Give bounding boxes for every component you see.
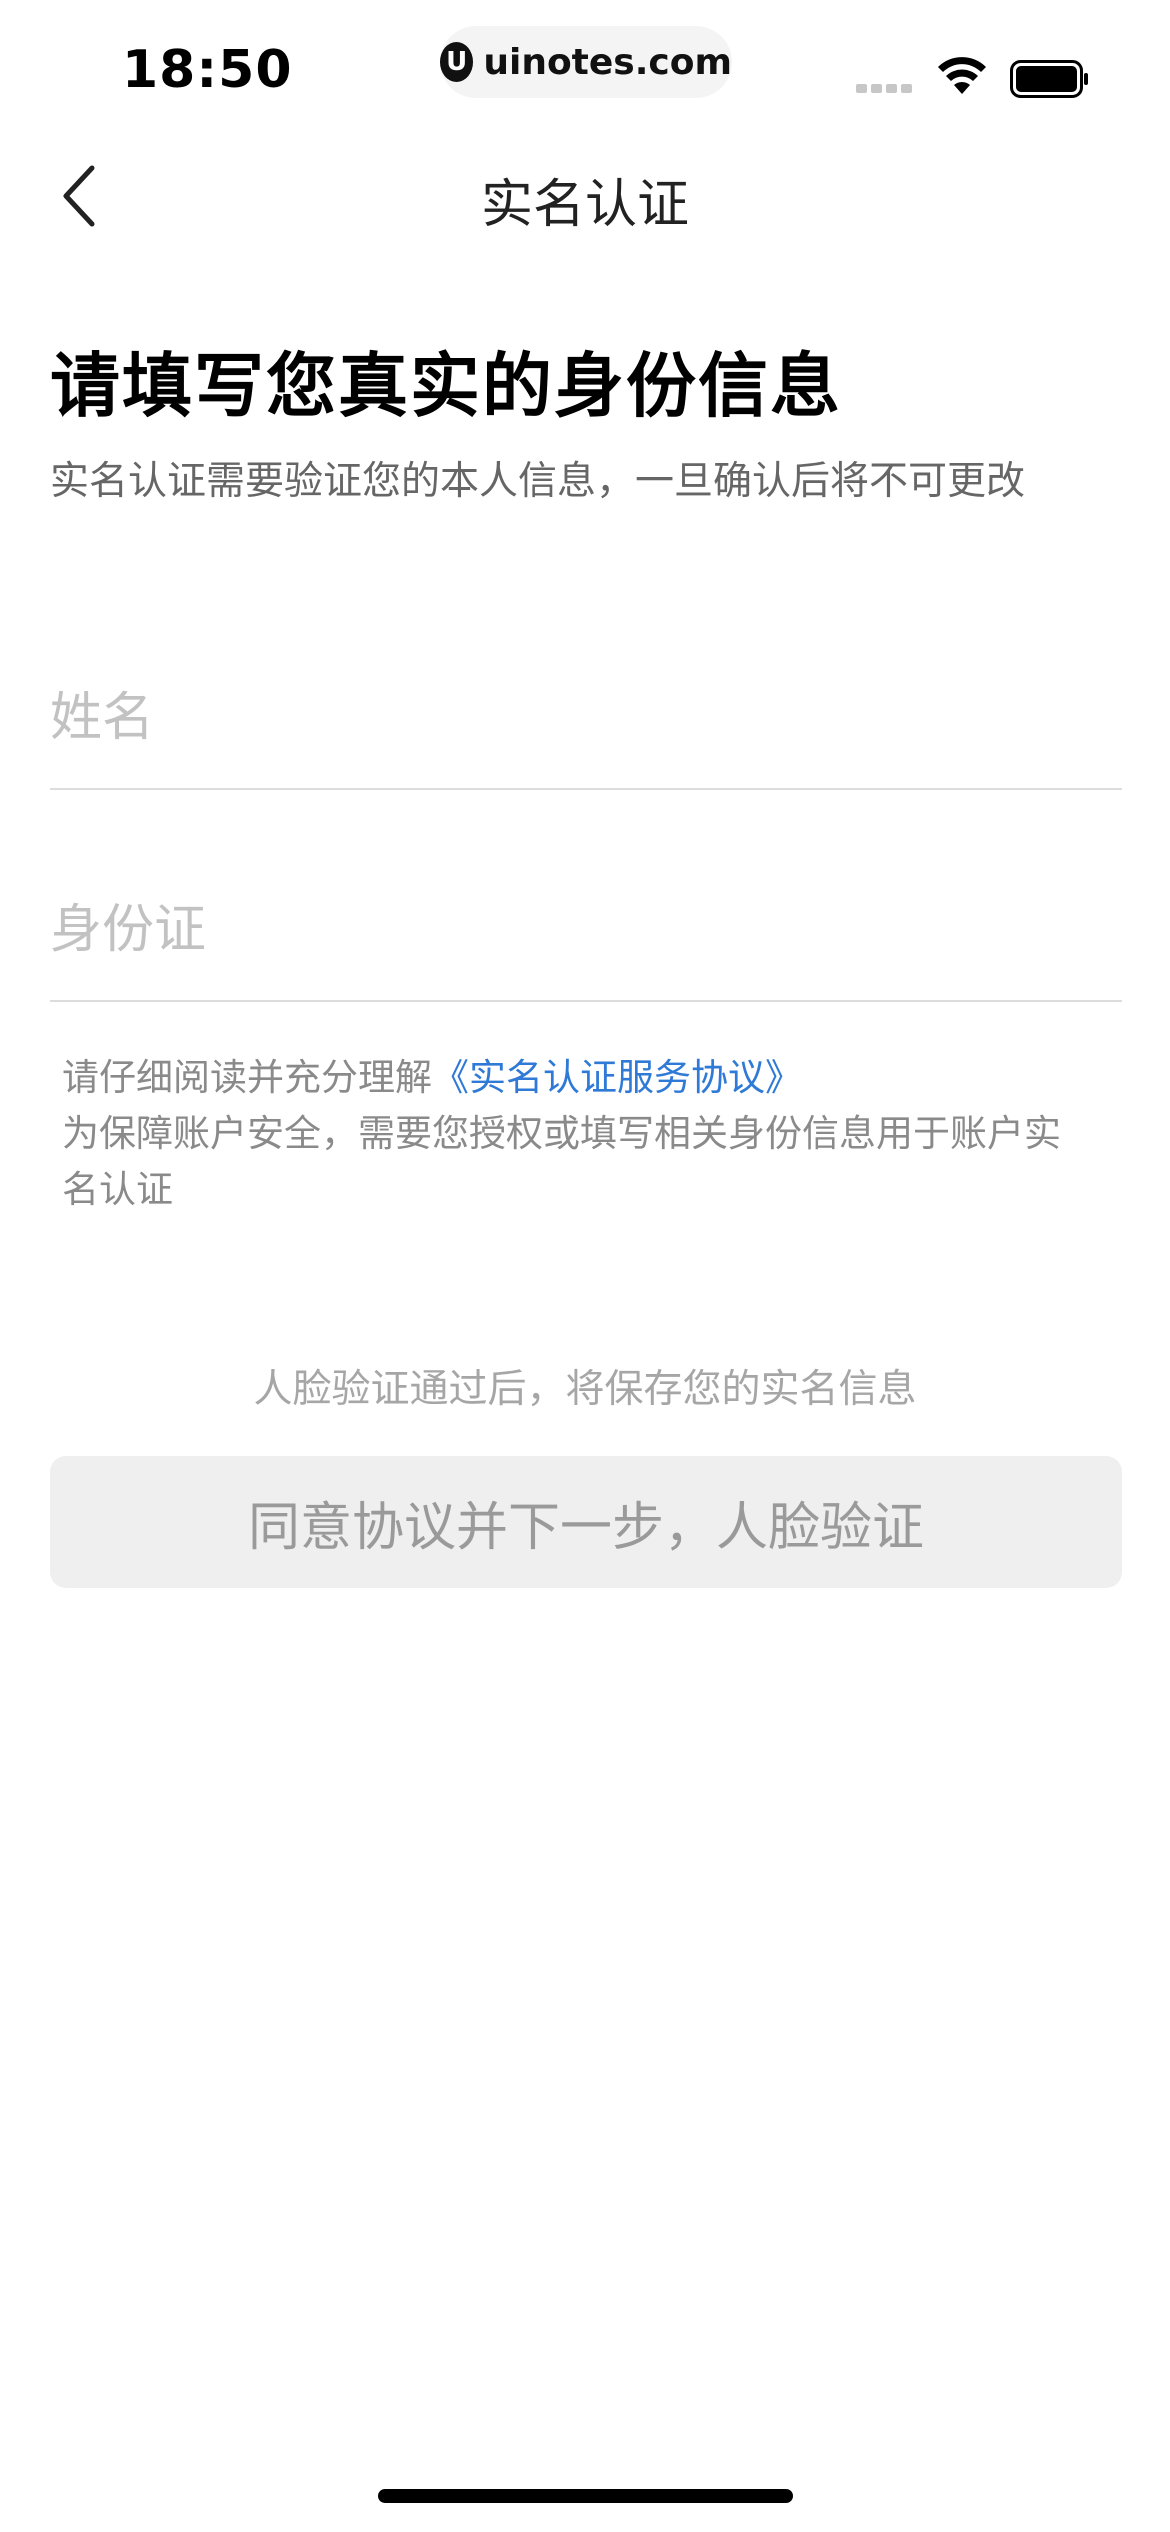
agree-next-button[interactable]: 同意协议并下一步，人脸验证 [50,1456,1122,1588]
status-time: 18:50 [122,40,293,100]
cellular-signal-icon [856,78,918,93]
face-verify-hint: 人脸验证通过后，将保存您的实名信息 [253,1367,917,1412]
url-pill[interactable]: U uinotes.com [440,26,732,98]
notice-line-2: 为保障账户安全，需要您授权或填写相关身份信息用于账户实 [62,1112,1061,1155]
battery-icon [1010,60,1088,98]
service-agreement-link[interactable]: 《实名认证服务协议》 [432,1056,802,1099]
url-text: uinotes.com [483,41,732,83]
site-logo-icon: U [440,42,474,82]
notice-prefix: 请仔细阅读并充分理解 [62,1056,432,1099]
home-indicator[interactable] [378,2489,793,2503]
wifi-icon [938,57,986,94]
id-card-input[interactable] [50,860,1122,1002]
page-title: 实名认证 [480,175,689,235]
notice-line-3: 名认证 [62,1168,173,1211]
agreement-notice: 请仔细阅读并充分理解《实名认证服务协议》 为保障账户安全，需要您授权或填写相关身… [62,1050,1112,1218]
name-input[interactable] [50,648,1122,790]
form-heading: 请填写您真实的身份信息 [50,345,842,427]
form-subtitle: 实名认证需要验证您的本人信息，一旦确认后将不可更改 [50,459,1026,504]
